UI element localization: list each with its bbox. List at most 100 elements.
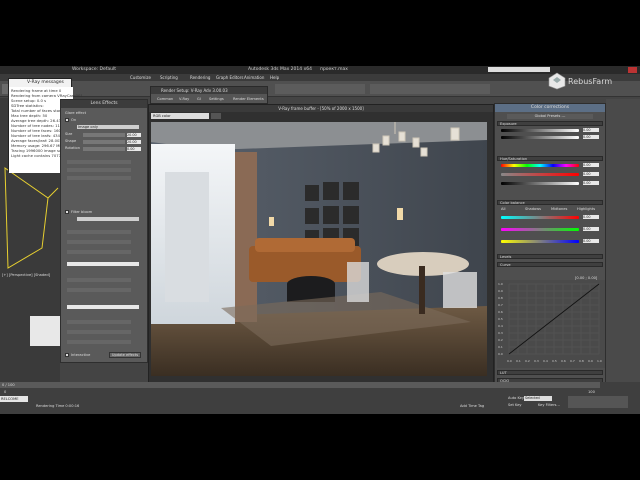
param-row-10[interactable]: [67, 330, 131, 334]
size-value[interactable]: 20.00: [127, 133, 141, 137]
section-color-balance[interactable]: Color balance: [497, 200, 603, 205]
size-slider[interactable]: [83, 133, 125, 137]
param-row-9[interactable]: [67, 320, 131, 324]
saturation-slider[interactable]: [501, 173, 579, 176]
param-row-5[interactable]: [67, 240, 131, 244]
ribbon-tools[interactable]: [275, 84, 365, 94]
tab-vray[interactable]: V-Ray: [179, 97, 189, 101]
curve-y-tick: 1.0: [498, 282, 503, 286]
path-field[interactable]: [67, 262, 139, 266]
set-key-label[interactable]: Set Key: [508, 403, 522, 407]
bloom-mode-select[interactable]: [77, 217, 139, 221]
interactive-checkbox[interactable]: [65, 353, 69, 357]
viewport-label[interactable]: [+] [Perspective] [Shaded]: [2, 273, 50, 277]
lens-effects-panel: Lens Effects Glare effect On Image only …: [60, 99, 148, 363]
param-row-8[interactable]: [67, 288, 131, 292]
section-exposure[interactable]: Exposure: [497, 121, 603, 126]
section-curve[interactable]: Curve: [497, 262, 603, 267]
selected-select[interactable]: Selected: [524, 396, 552, 401]
auto-key-label[interactable]: Auto Key: [508, 396, 524, 400]
param-row-7[interactable]: [67, 278, 131, 282]
cyan-red-slider[interactable]: [501, 216, 579, 219]
balance-tab-midtones[interactable]: Midtones: [551, 207, 567, 211]
channel-select[interactable]: RGB color: [151, 113, 209, 119]
lens-effects-title: Lens Effects: [61, 100, 147, 108]
color-corrections-panel: Color corrections Global Presets --- Exp…: [494, 103, 606, 393]
vray-frame-buffer: V-Ray frame buffer - [50% of 2000 x 1500…: [148, 104, 494, 384]
status-area: 0 / 100 0 100 RELCOME Rendering Time 0:0…: [0, 382, 640, 414]
glare-mode-select[interactable]: Image only: [77, 125, 139, 129]
section-levels[interactable]: Levels: [497, 254, 603, 259]
lightness-slider[interactable]: [501, 182, 579, 185]
exposure-slider[interactable]: [501, 129, 579, 132]
menu-customize[interactable]: Customize: [130, 75, 151, 80]
highlight-burn-slider[interactable]: [501, 136, 579, 139]
param-row-4[interactable]: [67, 230, 131, 234]
menu-animation[interactable]: Animation: [244, 75, 264, 80]
ribbon-tools-2[interactable]: [370, 84, 490, 94]
letterbox-bottom: [0, 414, 640, 480]
curve-editor[interactable]: 1.0 0.9 0.8 0.7 0.6 0.5 0.4 0.3 0.2 0.1 0.0 0.0 0.1…: [497, 280, 605, 368]
time-slider[interactable]: [0, 382, 600, 388]
hue-value[interactable]: 0.00: [583, 163, 599, 167]
cyan-red-value[interactable]: 0.00: [583, 215, 599, 219]
highlight-burn-value[interactable]: 0.00: [583, 135, 599, 139]
yellow-blue-slider[interactable]: [501, 240, 579, 243]
curve-y-tick: 0.5: [498, 317, 503, 321]
update-effects-button[interactable]: Update effects: [109, 352, 141, 358]
balance-tab-highlights[interactable]: Highlights: [577, 207, 595, 211]
menu-bar: Customize Scripting Rendering Graph Edit…: [0, 74, 640, 81]
magenta-green-slider[interactable]: [501, 228, 579, 231]
rotation-slider[interactable]: [83, 147, 125, 151]
curve-x-tick: 1.0: [597, 359, 602, 363]
rebusfarm-wordmark: RebusFarm: [568, 77, 613, 86]
glare-on-label: On: [71, 118, 77, 122]
frame-buffer-title: V-Ray frame buffer - [50% of 2000 x 1500…: [149, 105, 493, 112]
global-presets-select[interactable]: Global Presets ---: [507, 114, 593, 119]
glare-on-checkbox[interactable]: [65, 118, 69, 122]
yellow-blue-value[interactable]: 0.00: [583, 239, 599, 243]
menu-rendering[interactable]: Rendering: [190, 75, 210, 80]
lightness-value[interactable]: 0.00: [583, 181, 599, 185]
param-row-2[interactable]: [67, 168, 131, 172]
tab-render-elements[interactable]: Render Elements: [233, 97, 264, 101]
key-filters-button[interactable]: Key Filters...: [538, 403, 560, 407]
param-row-3[interactable]: [67, 176, 131, 180]
playback-controls[interactable]: [568, 396, 628, 408]
workspace-selector[interactable]: Workspace: Default: [72, 67, 116, 72]
glare-effect-label: Glare effect: [65, 111, 87, 115]
menu-graph-editors[interactable]: Graph Editors: [216, 75, 243, 80]
param-row-11[interactable]: [67, 340, 131, 344]
saturation-value[interactable]: 0.00: [583, 172, 599, 176]
add-time-tag[interactable]: Add Time Tag: [460, 404, 484, 408]
rebusfarm-logo: RebusFarm: [548, 72, 638, 96]
balance-tab-all[interactable]: All: [501, 207, 505, 211]
path-field-2[interactable]: [67, 305, 139, 309]
maxscript-listener[interactable]: RELCOME: [0, 396, 28, 402]
shape-value[interactable]: 20.00: [127, 140, 141, 144]
section-lut[interactable]: LUT: [497, 370, 603, 375]
magenta-green-value[interactable]: 0.00: [583, 227, 599, 231]
shape-label: Shape: [65, 139, 77, 143]
command-panel[interactable]: [606, 99, 640, 389]
param-row-1[interactable]: [67, 160, 131, 164]
curve-y-tick: 0.2: [498, 338, 503, 342]
rotation-value[interactable]: 0.00: [127, 147, 141, 151]
tab-gi[interactable]: GI: [197, 97, 201, 101]
search-field[interactable]: [488, 67, 550, 72]
balance-tab-shadows[interactable]: Shadows: [525, 207, 541, 211]
shape-slider[interactable]: [83, 140, 125, 144]
menu-help[interactable]: Help: [270, 75, 279, 80]
interior-render: [151, 122, 487, 376]
curve-y-tick: 0.8: [498, 296, 503, 300]
box-object: [30, 316, 62, 346]
tab-settings[interactable]: Settings: [209, 97, 224, 101]
color-channel-icons[interactable]: [211, 113, 221, 119]
section-hue-saturation[interactable]: Hue/Saturation: [497, 156, 603, 161]
menu-scripting[interactable]: Scripting: [160, 75, 178, 80]
tab-common[interactable]: Common: [157, 97, 173, 101]
param-row-6[interactable]: [67, 250, 131, 254]
bloom-checkbox[interactable]: [65, 210, 69, 214]
exposure-value[interactable]: 0.00: [583, 128, 599, 132]
hue-slider[interactable]: [501, 164, 579, 167]
